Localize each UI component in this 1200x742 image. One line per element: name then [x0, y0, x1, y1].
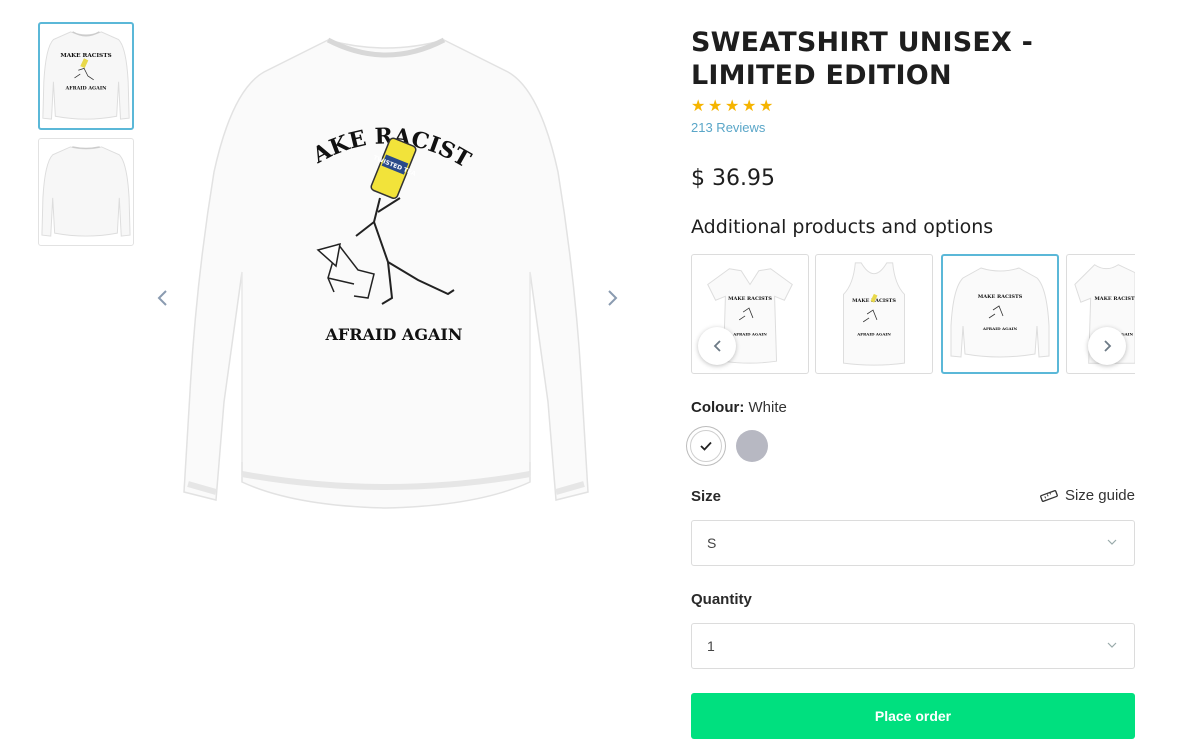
svg-text:MAKE RACISTS: MAKE RACISTS	[60, 53, 111, 59]
colour-label-key: Colour:	[691, 399, 745, 416]
svg-text:MAKE RACISTS: MAKE RACISTS	[728, 296, 772, 302]
size-label: Size	[691, 488, 722, 505]
reviews-link[interactable]: 213 Reviews	[691, 120, 765, 135]
thumbnail-front[interactable]: MAKE RACISTS AFRAID AGAIN	[38, 22, 134, 130]
size-select-value: S	[707, 535, 717, 551]
chevron-down-icon	[1107, 539, 1117, 545]
checkmark-icon	[700, 441, 712, 451]
main-product-image: MAKE RACISTS TWISTED TEA AFRAID AGAIN	[178, 22, 594, 532]
svg-text:AFRAID AGAIN: AFRAID AGAIN	[982, 326, 1018, 331]
star-icon: ★	[742, 98, 757, 115]
svg-text:AFRAID AGAIN: AFRAID AGAIN	[65, 85, 108, 91]
option-card-sweatshirt[interactable]: MAKE RACISTS AFRAID AGAIN	[941, 254, 1059, 374]
size-guide-label: Size guide	[1064, 487, 1135, 504]
rating-stars: ★ ★ ★ ★ ★	[691, 98, 775, 115]
sweatshirt-option-image: MAKE RACISTS AFRAID AGAIN	[950, 267, 1050, 358]
sweatshirt-back-thumbnail-image	[41, 146, 131, 237]
svg-text:AFRAID AGAIN: AFRAID AGAIN	[732, 332, 767, 337]
gallery-next-button[interactable]	[601, 284, 625, 312]
ruler-icon	[1040, 489, 1058, 502]
place-order-button[interactable]: Place order	[691, 693, 1135, 739]
quantity-select-value: 1	[707, 638, 715, 654]
sweatshirt-front-image: MAKE RACISTS TWISTED TEA AFRAID AGAIN	[178, 22, 589, 509]
svg-text:MAKE RACISTS: MAKE RACISTS	[1094, 296, 1135, 302]
chevron-down-icon	[1107, 642, 1117, 648]
colour-swatch-white[interactable]	[690, 430, 722, 462]
additional-options-heading: Additional products and options	[691, 216, 994, 238]
size-guide-link[interactable]: Size guide	[1040, 487, 1135, 504]
quantity-select[interactable]: 1	[691, 623, 1135, 669]
thumbnail-back[interactable]	[38, 138, 134, 246]
option-card-tank-top[interactable]: MAKE RACISTS AFRAID AGAIN	[815, 254, 933, 374]
chevron-left-icon	[713, 340, 721, 352]
star-icon: ★	[759, 98, 774, 115]
colour-value: White	[748, 399, 787, 416]
gallery-prev-button[interactable]	[150, 284, 174, 312]
svg-text:AFRAID AGAIN: AFRAID AGAIN	[856, 332, 891, 337]
svg-text:AFRAID AGAIN: AFRAID AGAIN	[324, 325, 462, 344]
star-icon: ★	[691, 98, 706, 115]
chevron-right-icon	[1103, 340, 1111, 352]
tank-top-image: MAKE RACISTS AFRAID AGAIN	[843, 262, 905, 366]
options-prev-button[interactable]	[698, 327, 736, 365]
size-select[interactable]: S	[691, 520, 1135, 566]
chevron-right-icon	[608, 290, 618, 306]
svg-text:MAKE RACISTS: MAKE RACISTS	[978, 294, 1023, 300]
quantity-label: Quantity	[691, 591, 752, 608]
star-icon: ★	[708, 98, 723, 115]
product-price: $ 36.95	[691, 166, 775, 191]
chevron-left-icon	[157, 290, 167, 306]
product-title: SWEATSHIRT UNISEX - LIMITED EDITION	[691, 27, 1034, 91]
colour-label: Colour: White	[691, 399, 787, 416]
options-next-button[interactable]	[1088, 327, 1126, 365]
colour-swatch-grey[interactable]	[736, 430, 768, 462]
sweatshirt-front-thumbnail-image: MAKE RACISTS AFRAID AGAIN	[42, 31, 130, 120]
star-icon: ★	[725, 98, 740, 115]
